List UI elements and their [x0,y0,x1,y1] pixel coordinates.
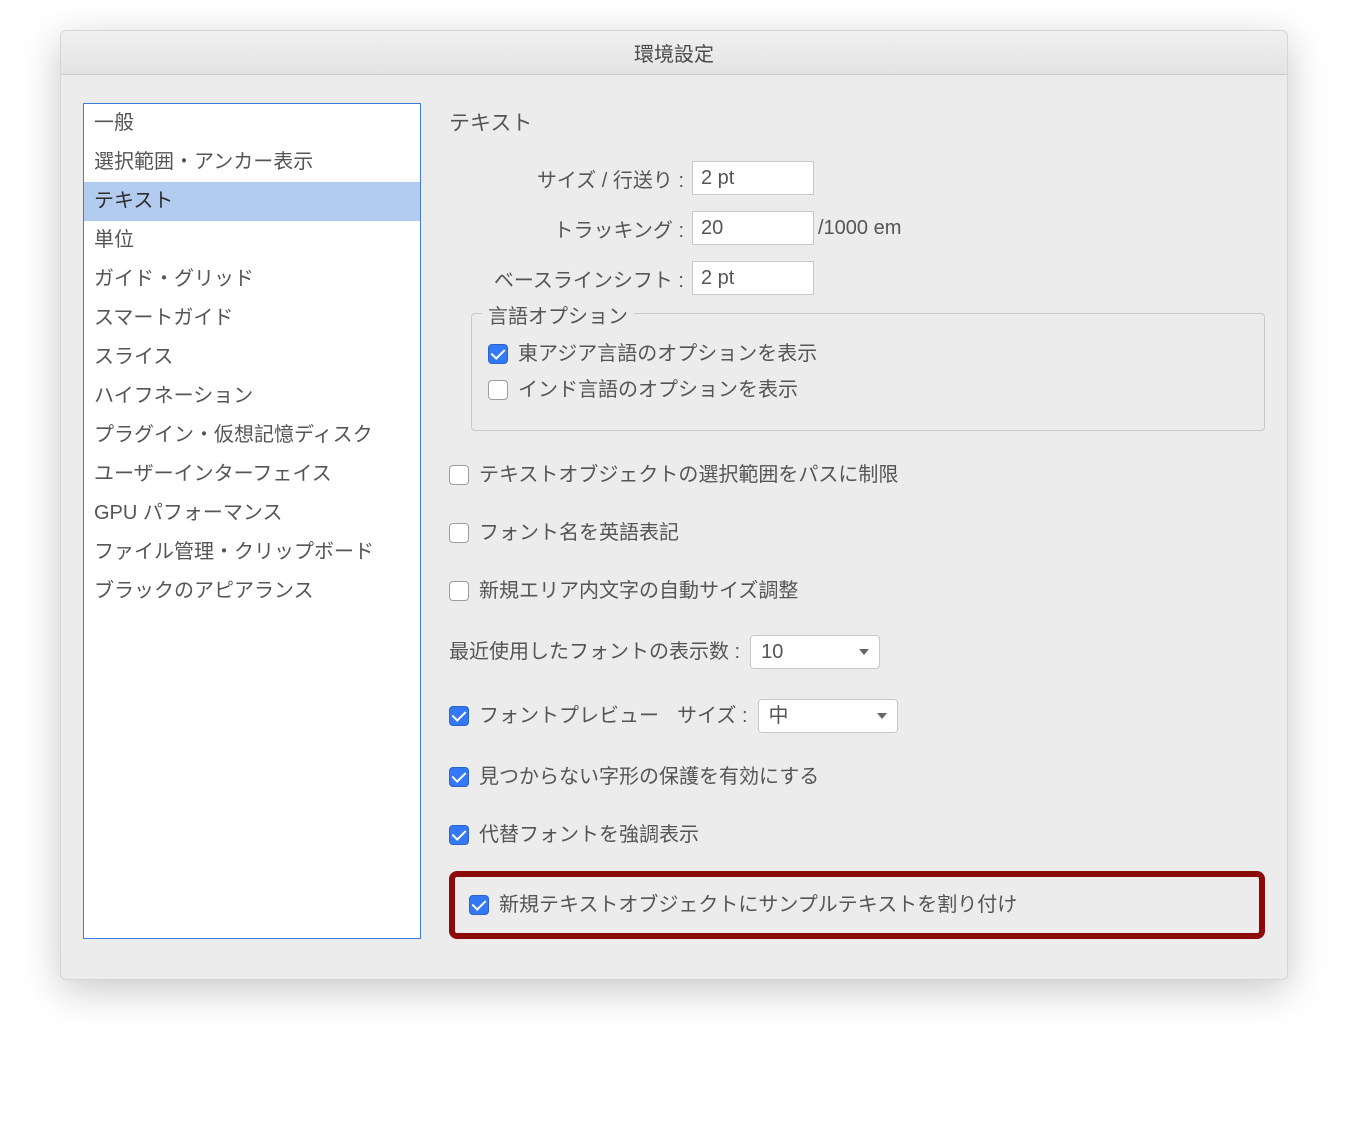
baseline-shift-input[interactable] [692,261,814,295]
content-pane: テキスト サイズ / 行送り : トラッキング : /1000 em ベースライ… [449,103,1265,939]
east-asian-option-row[interactable]: 東アジア言語のオプションを表示 [488,340,1248,368]
highlight-sub-row[interactable]: 代替フォントを強調表示 [449,821,1265,849]
indent-group: サイズ / 行送り : トラッキング : /1000 em ベースラインシフト … [449,161,1265,431]
tracking-input[interactable] [692,211,814,245]
font-preview-checkbox[interactable] [449,706,469,726]
category-item[interactable]: 選択範囲・アンカー表示 [84,143,420,182]
protect-glyphs-row[interactable]: 見つからない字形の保護を有効にする [449,763,1265,791]
category-item[interactable]: スマートガイド [84,299,420,338]
font-preview-row: フォントプレビュー サイズ : 中 [449,699,1265,733]
east-asian-checkbox[interactable] [488,344,508,364]
category-item[interactable]: スライス [84,338,420,377]
auto-size-row[interactable]: 新規エリア内文字の自動サイズ調整 [449,577,1265,605]
fill-sample-label: 新規テキストオブジェクトにサンプルテキストを割り付け [499,891,1017,919]
category-item[interactable]: 単位 [84,221,420,260]
section-title: テキスト [449,103,1265,161]
font-english-row[interactable]: フォント名を英語表記 [449,519,1265,547]
preferences-window: 環境設定 一般選択範囲・アンカー表示テキスト単位ガイド・グリッドスマートガイドス… [60,30,1288,980]
category-item[interactable]: ブラックのアピアランス [84,572,420,611]
indic-option-row[interactable]: インド言語のオプションを表示 [488,376,1248,404]
category-item[interactable]: ユーザーインターフェイス [84,455,420,494]
font-preview-size-label: サイズ : [677,702,748,730]
baseline-shift-label: ベースラインシフト : [471,264,686,293]
language-options-legend: 言語オプション [482,300,634,329]
window-title: 環境設定 [634,38,714,67]
category-item[interactable]: ガイド・グリッド [84,260,420,299]
highlight-box: 新規テキストオブジェクトにサンプルテキストを割り付け [449,871,1265,939]
language-options-group: 言語オプション 東アジア言語のオプションを表示 インド言語のオプションを表示 [471,313,1265,431]
font-preview-size-select[interactable]: 中 [758,699,898,733]
window-body: 一般選択範囲・アンカー表示テキスト単位ガイド・グリッドスマートガイドスライスハイ… [61,75,1287,979]
tracking-suffix: /1000 em [818,217,901,240]
recent-fonts-select[interactable]: 10 [750,635,880,669]
highlight-sub-label: 代替フォントを強調表示 [479,821,699,849]
restrict-path-checkbox[interactable] [449,465,469,485]
highlight-sub-checkbox[interactable] [449,825,469,845]
auto-size-label: 新規エリア内文字の自動サイズ調整 [479,577,798,605]
restrict-path-row[interactable]: テキストオブジェクトの選択範囲をパスに制限 [449,461,1265,489]
category-item[interactable]: テキスト [84,182,420,221]
recent-fonts-label: 最近使用したフォントの表示数 : [449,638,740,666]
font-english-label: フォント名を英語表記 [479,519,679,547]
size-leading-input[interactable] [692,161,814,195]
recent-fonts-row: 最近使用したフォントの表示数 : 10 [449,635,1265,669]
font-preview-label: フォントプレビュー [479,702,659,730]
fill-sample-checkbox[interactable] [469,895,489,915]
indic-label: インド言語のオプションを表示 [518,376,798,404]
east-asian-label: 東アジア言語のオプションを表示 [518,340,817,368]
titlebar: 環境設定 [61,31,1287,75]
category-item[interactable]: ファイル管理・クリップボード [84,533,420,572]
font-english-checkbox[interactable] [449,523,469,543]
font-preview-size-value: 中 [769,702,789,730]
size-leading-label: サイズ / 行送り : [471,164,686,193]
restrict-path-label: テキストオブジェクトの選択範囲をパスに制限 [479,461,898,489]
category-item[interactable]: GPU パフォーマンス [84,494,420,533]
protect-glyphs-label: 見つからない字形の保護を有効にする [479,763,819,791]
category-item[interactable]: プラグイン・仮想記憶ディスク [84,416,420,455]
protect-glyphs-checkbox[interactable] [449,767,469,787]
indic-checkbox[interactable] [488,380,508,400]
category-item[interactable]: 一般 [84,104,420,143]
fill-sample-row[interactable]: 新規テキストオブジェクトにサンプルテキストを割り付け [469,891,1245,919]
category-list[interactable]: 一般選択範囲・アンカー表示テキスト単位ガイド・グリッドスマートガイドスライスハイ… [83,103,421,939]
tracking-label: トラッキング : [471,214,686,243]
recent-fonts-value: 10 [761,638,783,666]
auto-size-checkbox[interactable] [449,581,469,601]
category-item[interactable]: ハイフネーション [84,377,420,416]
